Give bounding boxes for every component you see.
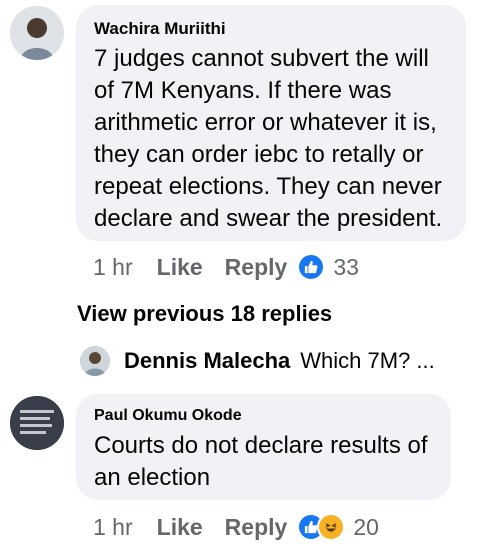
user-photo-icon xyxy=(80,346,110,376)
comment-bubble: Wachira Muriithi 7 judges cannot subvert… xyxy=(76,5,466,241)
user-photo-icon xyxy=(10,6,64,60)
comment-text: 7 judges cannot subvert the will of 7M K… xyxy=(94,45,443,232)
reaction-count[interactable]: 33 xyxy=(333,254,359,281)
haha-icon[interactable] xyxy=(317,513,346,541)
reply-snippet: Which 7M? ... xyxy=(300,348,435,373)
user-photo-icon xyxy=(10,396,64,450)
comment-actions: 1 hr Like Reply 20 xyxy=(93,513,379,541)
reply-button[interactable]: Reply xyxy=(225,514,288,541)
like-icon[interactable] xyxy=(297,253,326,281)
reply-author[interactable]: Dennis Malecha xyxy=(124,348,290,374)
avatar[interactable] xyxy=(10,6,64,60)
view-previous-replies-link[interactable]: View previous 18 replies xyxy=(77,301,332,327)
comment-author[interactable]: Paul Okumu Okode xyxy=(94,406,435,426)
comment-bubble: Paul Okumu Okode Courts do not declare r… xyxy=(76,394,451,500)
like-button[interactable]: Like xyxy=(157,254,203,281)
like-button[interactable]: Like xyxy=(157,514,203,541)
reaction-count[interactable]: 20 xyxy=(353,514,379,541)
avatar[interactable] xyxy=(10,396,64,450)
reply-button[interactable]: Reply xyxy=(225,254,288,281)
avatar[interactable] xyxy=(80,346,110,376)
collapsed-reply[interactable]: Dennis Malecha Which 7M? ... xyxy=(80,346,435,376)
comment-author[interactable]: Wachira Muriithi xyxy=(94,19,450,39)
comment-actions: 1 hr Like Reply 33 xyxy=(93,253,359,281)
comment-timestamp[interactable]: 1 hr xyxy=(93,514,133,541)
comment-timestamp[interactable]: 1 hr xyxy=(93,254,133,281)
comment-text: Courts do not declare results of an elec… xyxy=(94,432,428,491)
